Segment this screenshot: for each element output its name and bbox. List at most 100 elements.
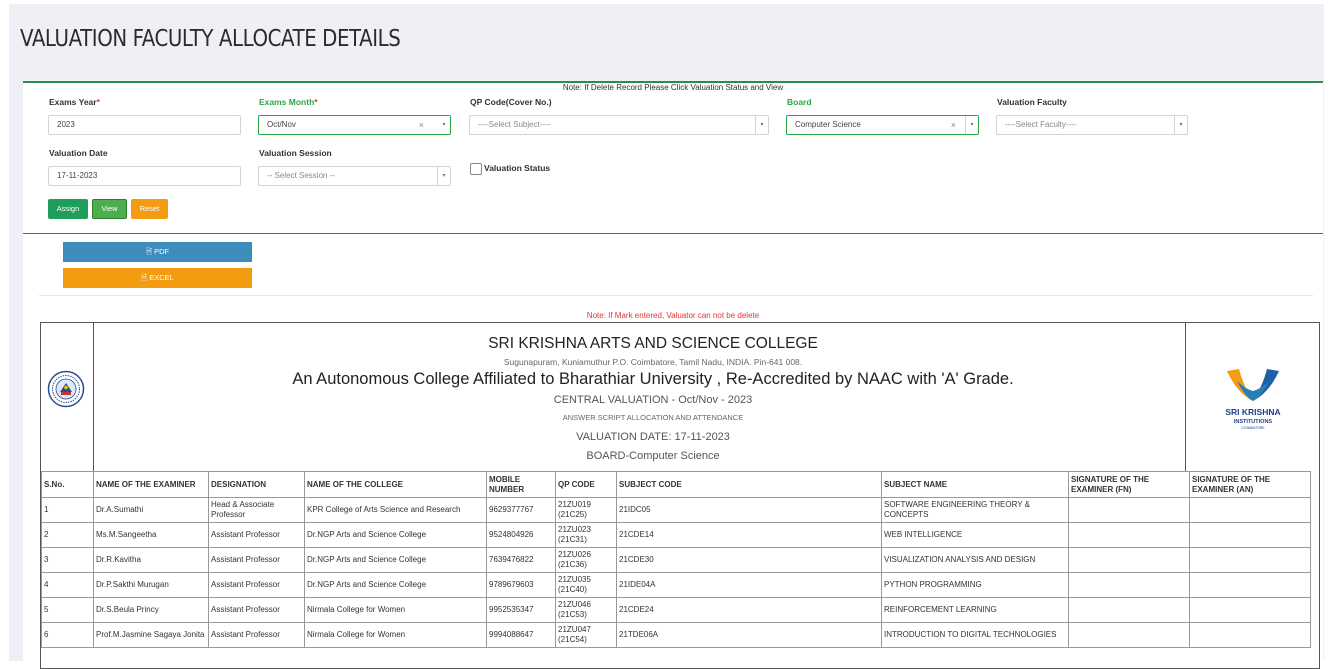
table-cell: [1068, 572, 1190, 598]
page-title: VALUATION FACULTY ALLOCATE DETAILS: [20, 26, 401, 52]
table-row: 5 Dr.S.Beula Princy Assistant Professor …: [41, 597, 1311, 623]
table-cell: 5: [41, 597, 94, 623]
table-cell: 6: [41, 622, 94, 648]
table-cell: Ms.M.Sangeetha: [93, 522, 209, 548]
chevron-down-icon: ▾: [437, 167, 450, 185]
report-valuation-date: VALUATION DATE: 17-11-2023: [576, 431, 730, 443]
table-row: 4 Dr.P.Sakthi Murugan Assistant Professo…: [41, 572, 1311, 598]
column-header: NAME OF THE COLLEGE: [304, 471, 487, 498]
clear-icon[interactable]: ×: [951, 116, 956, 134]
header-divider: [93, 323, 94, 471]
table-cell: 21IDC05: [616, 497, 882, 523]
table-cell: 4: [41, 572, 94, 598]
chevron-down-icon: ▾: [442, 122, 446, 128]
table-cell: [1189, 522, 1311, 548]
table-cell: Dr.A.Sumathi: [93, 497, 209, 523]
exams-year-input[interactable]: 2023: [48, 115, 241, 135]
table-cell: WEB INTELLIGENCE: [881, 522, 1069, 548]
table-cell: 21IDE04A: [616, 572, 882, 598]
table-cell: Head & Associate Professor: [208, 497, 305, 523]
table-cell: INTRODUCTION TO DIGITAL TECHNOLOGIES: [881, 622, 1069, 648]
table-row: 3 Dr.R.Kavitha Assistant Professor Dr.NG…: [41, 547, 1311, 573]
table-cell: VISUALIZATION ANALYSIS AND DESIGN: [881, 547, 1069, 573]
table-cell: [1189, 497, 1311, 523]
table-cell: 9524804926: [486, 522, 556, 548]
table-cell: 21ZU019 (21C25): [555, 497, 617, 523]
view-button[interactable]: View: [92, 199, 127, 219]
table-cell: [1068, 522, 1190, 548]
logo-line-2: INSTITUTIONS: [1234, 419, 1273, 425]
table-header-row: S.No. NAME OF THE EXAMINER DESIGNATION N…: [41, 471, 1311, 498]
logo-line-3: COIMBATORE: [1241, 426, 1265, 430]
valuation-date-input[interactable]: 17-11-2023: [48, 166, 241, 186]
excel-button[interactable]: 🗎 EXCEL: [63, 268, 252, 288]
table-cell: [1068, 597, 1190, 623]
table-cell: Assistant Professor: [208, 547, 305, 573]
table-row: 1 Dr.A.Sumathi Head & Associate Professo…: [41, 497, 1311, 523]
board-label: Board: [787, 97, 812, 107]
chevron-down-icon: ▾: [1174, 116, 1187, 134]
form-card: Note: If Delete Record Please Click Valu…: [23, 81, 1323, 669]
table-cell: 9994088647: [486, 622, 556, 648]
valuation-date-label: Valuation Date: [49, 148, 108, 158]
table-cell: 9952535347: [486, 597, 556, 623]
valuation-faculty-select[interactable]: ----Select Faculty---- ▾: [996, 115, 1188, 135]
allocation-table: S.No. NAME OF THE EXAMINER DESIGNATION N…: [41, 471, 1311, 648]
table-cell: [1189, 572, 1311, 598]
clear-icon[interactable]: ×: [419, 116, 424, 134]
pdf-button[interactable]: 🗎 PDF: [63, 242, 252, 262]
sri-krishna-logo: SRI KRISHNA INSTITUTIONS COIMBATORE: [1225, 369, 1281, 430]
table-cell: [1189, 622, 1311, 648]
chevron-down-icon: ▾: [755, 116, 768, 134]
assign-button[interactable]: Assign: [48, 199, 88, 219]
qp-code-select[interactable]: ----Select Subject---- ▾: [469, 115, 769, 135]
table-cell: 21CDE30: [616, 547, 882, 573]
table-cell: [1189, 597, 1311, 623]
table-cell: [1068, 547, 1190, 573]
college-seal-logo: [47, 370, 85, 408]
table-row: 2 Ms.M.Sangeetha Assistant Professor Dr.…: [41, 522, 1311, 548]
document-icon: 🗎: [145, 247, 152, 256]
table-cell: Dr.R.Kavitha: [93, 547, 209, 573]
report-board: BOARD-Computer Science: [586, 450, 720, 462]
column-header: MOBILE NUMBER: [486, 471, 556, 498]
valuation-session-label: Valuation Session: [259, 148, 332, 158]
column-header: DESIGNATION: [208, 471, 305, 498]
column-header: SUBJECT CODE: [616, 471, 882, 498]
table-cell: 21ZU046 (21C53): [555, 597, 617, 623]
table-cell: Dr.NGP Arts and Science College: [304, 572, 487, 598]
mark-note: Note: If Mark entered, Valuator can not …: [586, 311, 760, 320]
table-cell: Dr.S.Beula Princy: [93, 597, 209, 623]
table-cell: PYTHON PROGRAMMING: [881, 572, 1069, 598]
table-cell: 9629377767: [486, 497, 556, 523]
table-cell: 21ZU035 (21C40): [555, 572, 617, 598]
valuation-status-checkbox[interactable]: [470, 163, 482, 175]
valuation-session-select[interactable]: -- Select Session -- ▾: [258, 166, 451, 186]
valuation-faculty-label: Valuation Faculty: [997, 97, 1067, 107]
qp-code-label: QP Code(Cover No.): [470, 97, 552, 107]
table-cell: Dr.NGP Arts and Science College: [304, 522, 487, 548]
column-header: SIGNATURE OF THE EXAMINER (FN): [1068, 471, 1190, 498]
reset-button[interactable]: Reset: [131, 199, 168, 219]
college-name: SRI KRISHNA ARTS AND SCIENCE COLLEGE: [488, 335, 818, 352]
header-divider: [1185, 323, 1186, 471]
table-cell: Assistant Professor: [208, 572, 305, 598]
college-address: Sugunapuram, Kuniamuthur P.O. Coimbatore…: [503, 357, 803, 367]
column-header: NAME OF THE EXAMINER: [93, 471, 209, 498]
table-cell: [1068, 497, 1190, 523]
table-cell: 7639476822: [486, 547, 556, 573]
table-cell: 1: [41, 497, 94, 523]
valuation-status-label: Valuation Status: [484, 163, 551, 173]
table-cell: 21TDE06A: [616, 622, 882, 648]
table-cell: 21CDE14: [616, 522, 882, 548]
board-select[interactable]: Computer Science × ▾: [786, 115, 979, 135]
table-cell: KPR College of Arts Science and Research: [304, 497, 487, 523]
table-cell: [1189, 547, 1311, 573]
column-header: S.No.: [41, 471, 94, 498]
thin-divider: [39, 295, 1313, 296]
table-cell: 3: [41, 547, 94, 573]
exams-month-select[interactable]: Oct/Nov × ▾: [258, 115, 451, 135]
column-header: SUBJECT NAME: [881, 471, 1069, 498]
table-cell: Assistant Professor: [208, 622, 305, 648]
allocation-report: SRI KRISHNA ARTS AND SCIENCE COLLEGE Sug…: [40, 322, 1320, 669]
